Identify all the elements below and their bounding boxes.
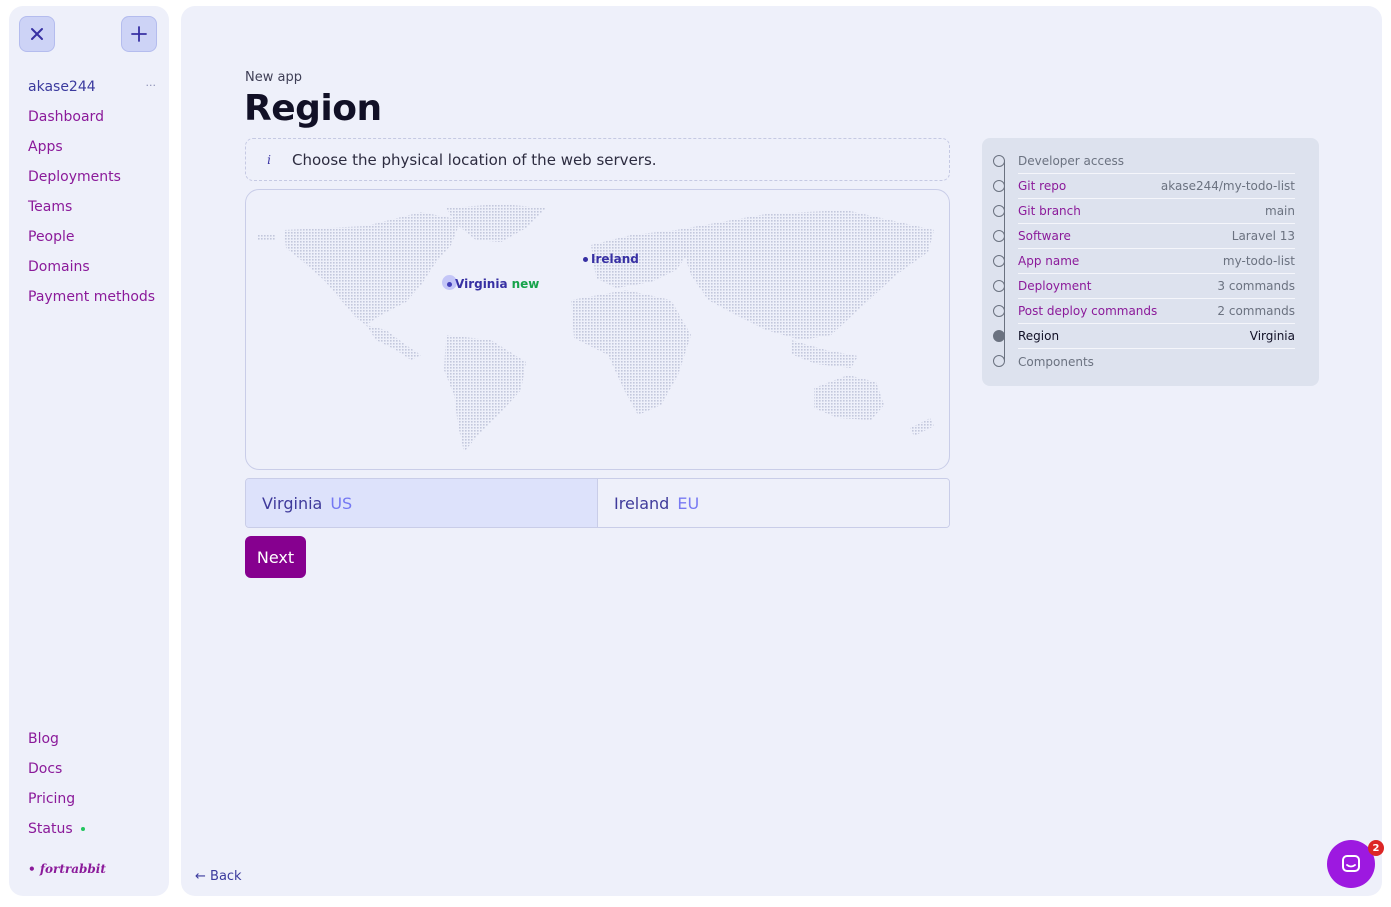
step-app-name[interactable]: App name my-todo-list [993,249,1295,274]
next-button[interactable]: Next [245,536,306,578]
breadcrumb: New app [245,70,302,85]
info-box: i Choose the physical location of the we… [245,138,950,181]
step-git-repo[interactable]: Git repo akase244/my-todo-list [993,174,1295,199]
sidebar-item-pricing[interactable]: Pricing [28,788,158,818]
main-panel: New app Region i Choose the physical loc… [181,6,1382,896]
step-circle-icon [993,255,1005,267]
sidebar-item-domains[interactable]: Domains [28,256,158,286]
map-pin-virginia[interactable]: Virginia new [442,275,540,291]
step-circle-icon [993,280,1005,292]
region-option-ireland[interactable]: Ireland EU [598,479,949,527]
status-label: Status [28,821,73,837]
pin-label: Virginia [455,277,508,291]
sidebar-user[interactable]: akase244 ··· [28,76,158,106]
sidebar-nav: akase244 ··· Dashboard Apps Deployments … [28,76,158,316]
user-menu-icon[interactable]: ··· [146,76,159,96]
close-button[interactable] [19,16,55,52]
info-text: Choose the physical location of the web … [292,150,657,169]
region-name: Virginia [262,493,323,513]
step-circle-icon [993,205,1005,217]
step-circle-icon [993,230,1005,242]
step-developer-access: Developer access [993,149,1295,174]
step-region: Region Virginia [993,324,1295,349]
sidebar-item-payment-methods[interactable]: Payment methods [28,286,158,316]
region-code: US [330,493,353,513]
pin-dot-icon [583,257,588,262]
step-software[interactable]: Software Laravel 13 [993,224,1295,249]
step-post-deploy-commands[interactable]: Post deploy commands 2 commands [993,299,1295,324]
map-pin-ireland[interactable]: Ireland [583,252,639,266]
page-title: Region [244,88,382,129]
sidebar-item-docs[interactable]: Docs [28,758,158,788]
sidebar-item-dashboard[interactable]: Dashboard [28,106,158,136]
back-link[interactable]: ← Back [195,869,242,884]
step-circle-filled-icon [993,330,1005,342]
info-icon: i [267,152,271,167]
status-indicator-icon [80,827,85,831]
add-button[interactable] [121,16,157,52]
sidebar-item-blog[interactable]: Blog [28,728,158,758]
sidebar-item-status[interactable]: Status [28,818,158,848]
brand-logo[interactable]: • fortrabbit [28,862,106,876]
step-circle-icon [993,180,1005,192]
region-selector: Virginia US Ireland EU [245,478,950,528]
step-circle-icon [993,305,1005,317]
user-name: akase244 [28,79,96,95]
sidebar-item-apps[interactable]: Apps [28,136,158,166]
region-option-virginia[interactable]: Virginia US [246,479,598,527]
step-components: Components [993,349,1295,374]
sidebar-footer-nav: Blog Docs Pricing Status [28,728,158,848]
region-name: Ireland [614,493,670,513]
sidebar-item-people[interactable]: People [28,226,158,256]
step-circle-icon [993,155,1005,167]
pin-label: Ireland [591,252,639,266]
new-badge: new [511,277,540,291]
step-git-branch[interactable]: Git branch main [993,199,1295,224]
step-deployment[interactable]: Deployment 3 commands [993,274,1295,299]
region-code: EU [677,493,700,513]
world-map-dots [258,204,934,452]
plus-icon [131,26,147,42]
sidebar: akase244 ··· Dashboard Apps Deployments … [9,6,169,896]
sidebar-item-teams[interactable]: Teams [28,196,158,226]
chat-icon [1342,855,1360,872]
sidebar-item-deployments[interactable]: Deployments [28,166,158,196]
world-map: Virginia new Ireland [245,189,950,470]
progress-steps: Developer access Git repo akase244/my-tod… [982,138,1319,386]
close-icon [31,28,43,40]
step-circle-icon [993,355,1005,367]
notification-badge: 2 [1368,840,1384,856]
